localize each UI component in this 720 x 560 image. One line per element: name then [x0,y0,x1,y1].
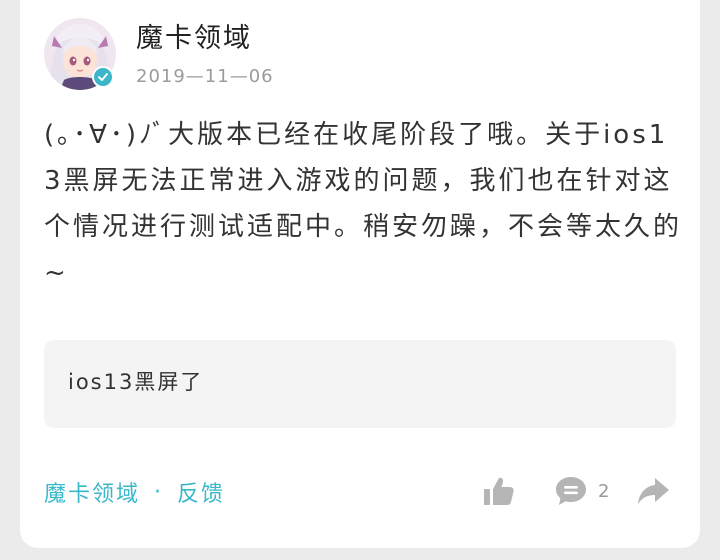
quoted-topic-text: ios13黑屏了 [68,370,204,394]
source-category[interactable]: 反馈 [177,476,225,508]
like-button[interactable] [482,474,516,508]
comment-bubble-icon [556,477,586,505]
share-arrow-icon [638,478,669,504]
verified-badge [92,66,114,88]
comment-button[interactable]: 2 [554,474,609,508]
share-button[interactable] [636,474,670,508]
post-body: (｡･∀･)ﾉﾞ大版本已经在收尾阶段了哦。关于ios13黑屏无法正常进入游戏的问… [44,120,683,288]
verified-check-icon [98,73,108,81]
source-link[interactable]: 魔卡领域 · 反馈 [44,476,225,508]
comment-count: 2 [598,480,610,502]
quoted-topic[interactable]: ios13黑屏了 [44,340,676,428]
author-name[interactable]: 魔卡领域 [136,16,252,55]
post-card: 魔卡领域 2019—11—06 (｡･∀･)ﾉﾞ大版本已经在收尾阶段了哦。关于i… [20,0,700,548]
thumbs-up-icon [484,477,514,505]
post-date: 2019—11—06 [136,66,274,87]
source-name[interactable]: 魔卡领域 [44,476,140,508]
source-separator: · [154,479,164,505]
post-footer: 魔卡领域 · 反馈 2 [44,474,676,508]
